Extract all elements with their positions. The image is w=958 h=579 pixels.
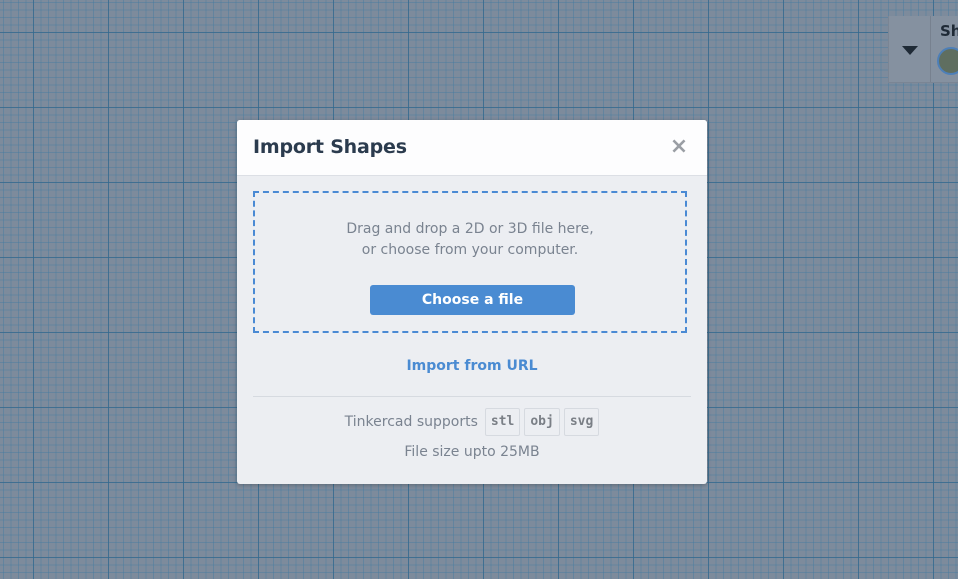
file-dropzone[interactable]: Drag and drop a 2D or 3D file here, or c… (253, 191, 687, 333)
dropzone-instructions: Drag and drop a 2D or 3D file here, or c… (255, 219, 685, 261)
dialog-header: Import Shapes × (237, 120, 707, 176)
dropzone-text-line-1: Drag and drop a 2D or 3D file here, (346, 221, 594, 237)
dropzone-text-line-2: or choose from your computer. (361, 242, 579, 258)
close-icon: × (669, 134, 689, 159)
supported-formats: Tinkercad supports stl obj svg (237, 408, 707, 436)
format-badge-obj: obj (524, 408, 560, 436)
import-from-url-link[interactable]: Import from URL (237, 358, 707, 374)
format-badge-svg: svg (563, 408, 600, 436)
format-badge-stl: stl (484, 408, 521, 436)
file-size-note: File size upto 25MB (404, 444, 540, 460)
import-shapes-dialog: Import Shapes × Drag and drop a 2D or 3D… (237, 120, 707, 484)
close-button[interactable]: × (669, 134, 689, 159)
supports-label: Tinkercad supports (344, 414, 478, 430)
choose-file-button[interactable]: Choose a file (370, 285, 575, 315)
divider (253, 396, 691, 397)
modal-overlay: Import Shapes × Drag and drop a 2D or 3D… (0, 0, 958, 579)
dialog-title: Import Shapes (253, 136, 407, 158)
